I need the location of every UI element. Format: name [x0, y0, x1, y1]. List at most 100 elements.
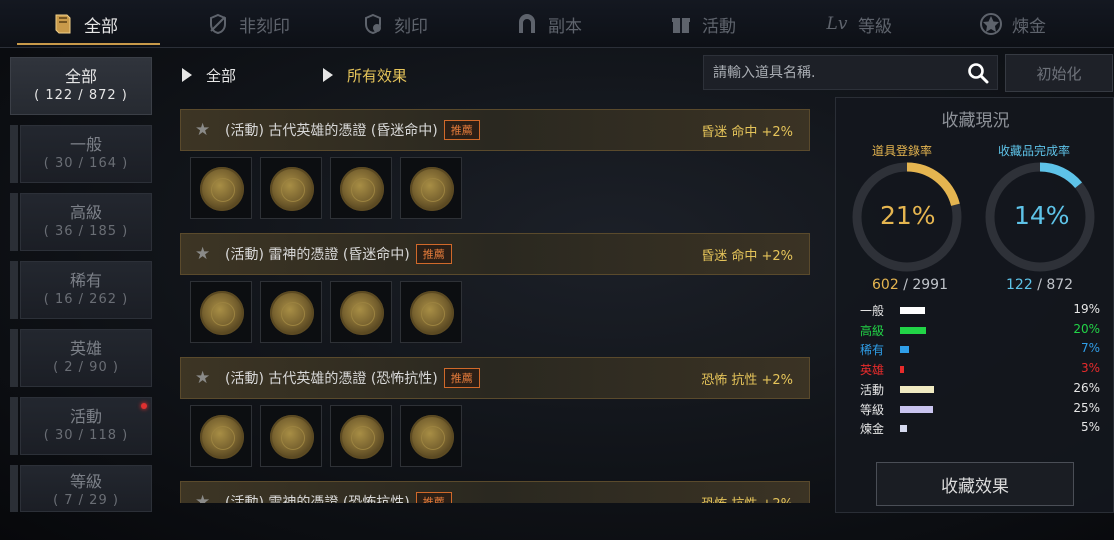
item-slot[interactable] — [190, 281, 252, 343]
grade-row: 稀有 7% — [860, 341, 1100, 359]
coin-icon — [410, 291, 454, 335]
shield-slash-icon — [205, 11, 231, 37]
grade-percent: 7% — [1080, 341, 1100, 356]
collection-item-effect: 恐怖 抗性 +2% — [701, 493, 793, 504]
coin-icon — [270, 415, 314, 459]
recommended-badge: 推薦 — [443, 120, 480, 140]
coin-icon — [410, 167, 454, 211]
grade-name: 高級 — [860, 323, 885, 338]
sidebar-item-count: ( 16 / 262 ) — [43, 292, 129, 307]
category-filter[interactable]: 全部 — [182, 64, 236, 86]
sidebar-item-advanced[interactable]: 高級 ( 36 / 185 ) — [20, 193, 152, 251]
grade-row: 煉金 5% — [860, 420, 1100, 438]
star-icon[interactable]: ★ — [195, 492, 213, 503]
item-slot[interactable] — [260, 405, 322, 467]
sidebar-item-count: ( 36 / 185 ) — [43, 224, 129, 239]
register-rate-count: 602 / 2991 — [872, 277, 948, 293]
grade-name: 等級 — [860, 402, 885, 417]
item-slot[interactable] — [400, 405, 462, 467]
grade-row: 活動 26% — [860, 381, 1100, 399]
grade-percent: 25% — [1073, 400, 1100, 415]
collection-item-header[interactable]: ★ (活動) 雷神的憑證 (恐怖抗性) 推薦 恐怖 抗性 +2% — [180, 481, 810, 503]
tab-dungeon[interactable]: 副本 — [514, 0, 582, 48]
tab-alchemy[interactable]: 煉金 — [978, 0, 1046, 48]
sidebar-item-count: ( 122 / 872 ) — [34, 88, 128, 103]
sidebar-item-all[interactable]: 全部 ( 122 / 872 ) — [10, 57, 152, 115]
sidebar-marker — [10, 261, 18, 319]
collection-item-title: (活動) 雷神的憑證 (恐怖抗性) — [225, 495, 410, 503]
tab-label: 刻印 — [394, 16, 428, 37]
search-input[interactable] — [713, 64, 963, 81]
sidebar-item-normal[interactable]: 一般 ( 30 / 164 ) — [20, 125, 152, 183]
collection-item-title: (活動) 雷神的憑證 (昏迷命中) — [225, 247, 410, 263]
tab-level[interactable]: Lv 等級 — [824, 0, 892, 48]
star-icon[interactable]: ★ — [195, 368, 213, 388]
grade-bar — [900, 366, 904, 374]
star-icon[interactable]: ★ — [195, 120, 213, 140]
coin-icon — [270, 167, 314, 211]
collection-item-header[interactable]: ★ (活動) 雷神的憑證 (昏迷命中) 推薦 昏迷 命中 +2% — [180, 233, 810, 275]
count-separator: / — [903, 277, 908, 293]
complete-total: 872 — [1046, 277, 1074, 293]
collection-item-header[interactable]: ★ (活動) 古代英雄的憑證 (恐怖抗性) 推薦 恐怖 抗性 +2% — [180, 357, 810, 399]
grade-name: 稀有 — [860, 343, 885, 358]
notification-dot — [141, 403, 147, 409]
star-icon[interactable]: ★ — [195, 244, 213, 264]
grade-name: 一般 — [860, 304, 885, 318]
item-slot[interactable] — [260, 281, 322, 343]
tab-label: 非刻印 — [239, 16, 290, 37]
shield-mark-icon — [360, 11, 386, 37]
sidebar-item-label: 英雄 — [69, 339, 102, 358]
sidebar-item-label: 高級 — [69, 203, 102, 222]
tab-label: 活動 — [702, 16, 736, 37]
collection-effect-button[interactable]: 收藏效果 — [876, 462, 1074, 506]
item-slot[interactable] — [190, 157, 252, 219]
grade-row: 等級 25% — [860, 401, 1100, 419]
sidebar-item-rare[interactable]: 稀有 ( 16 / 262 ) — [20, 261, 152, 319]
item-slot[interactable] — [330, 281, 392, 343]
search-icon[interactable] — [967, 62, 989, 84]
sidebar-item-level[interactable]: 等級 ( 7 / 29 ) — [20, 465, 152, 512]
item-slot[interactable] — [400, 157, 462, 219]
sidebar-item-count: ( 30 / 164 ) — [43, 156, 129, 171]
item-slot[interactable] — [260, 157, 322, 219]
collection-item-header[interactable]: ★ (活動) 古代英雄的憑證 (昏迷命中) 推薦 昏迷 命中 +2% — [180, 109, 810, 151]
tab-engraved[interactable]: 刻印 — [360, 0, 428, 48]
tab-label: 副本 — [548, 16, 582, 37]
sidebar-item-count: ( 30 / 118 ) — [43, 428, 129, 443]
tab-event[interactable]: 活動 — [668, 0, 736, 48]
coin-icon — [410, 415, 454, 459]
collection-list[interactable]: ★ (活動) 古代英雄的憑證 (昏迷命中) 推薦 昏迷 命中 +2% ★ (活動… — [172, 97, 826, 503]
sidebar-item-count: ( 2 / 90 ) — [53, 360, 119, 375]
item-slot[interactable] — [400, 281, 462, 343]
recommended-badge: 推薦 — [415, 492, 452, 503]
tab-non-engraved[interactable]: 非刻印 — [205, 0, 290, 48]
item-slot[interactable] — [330, 157, 392, 219]
coin-icon — [200, 167, 244, 211]
grade-bar — [900, 307, 925, 314]
collection-status-panel: 收藏現況 道具登錄率 收藏品完成率 21% 14% 602 / 2991 122… — [835, 97, 1114, 513]
item-slot[interactable] — [190, 405, 252, 467]
item-slot[interactable] — [330, 405, 392, 467]
sidebar-item-event[interactable]: 活動 ( 30 / 118 ) — [20, 397, 152, 455]
tab-all[interactable]: 全部 — [50, 0, 118, 48]
register-total: 2991 — [912, 277, 948, 293]
recommended-badge: 推薦 — [443, 368, 480, 388]
coin-icon — [340, 167, 384, 211]
reset-button[interactable]: 初始化 — [1005, 54, 1113, 92]
level-icon: Lv — [826, 14, 848, 34]
complete-rate-percent: 14% — [1014, 201, 1070, 230]
grade-row: 高級 20% — [860, 322, 1100, 340]
complete-count: 122 — [1006, 277, 1033, 293]
complete-rate-label: 收藏品完成率 — [998, 144, 1071, 158]
coin-icon — [200, 415, 244, 459]
grade-bar — [900, 405, 933, 413]
effect-filter[interactable]: 所有效果 — [323, 64, 407, 86]
recommended-badge: 推薦 — [415, 244, 452, 264]
search-box — [703, 55, 998, 90]
grade-bar — [900, 346, 910, 354]
grade-row: 英雄 3% — [860, 361, 1100, 379]
sidebar-item-hero[interactable]: 英雄 ( 2 / 90 ) — [20, 329, 152, 387]
coin-icon — [200, 291, 244, 335]
grade-name: 煉金 — [860, 422, 885, 437]
